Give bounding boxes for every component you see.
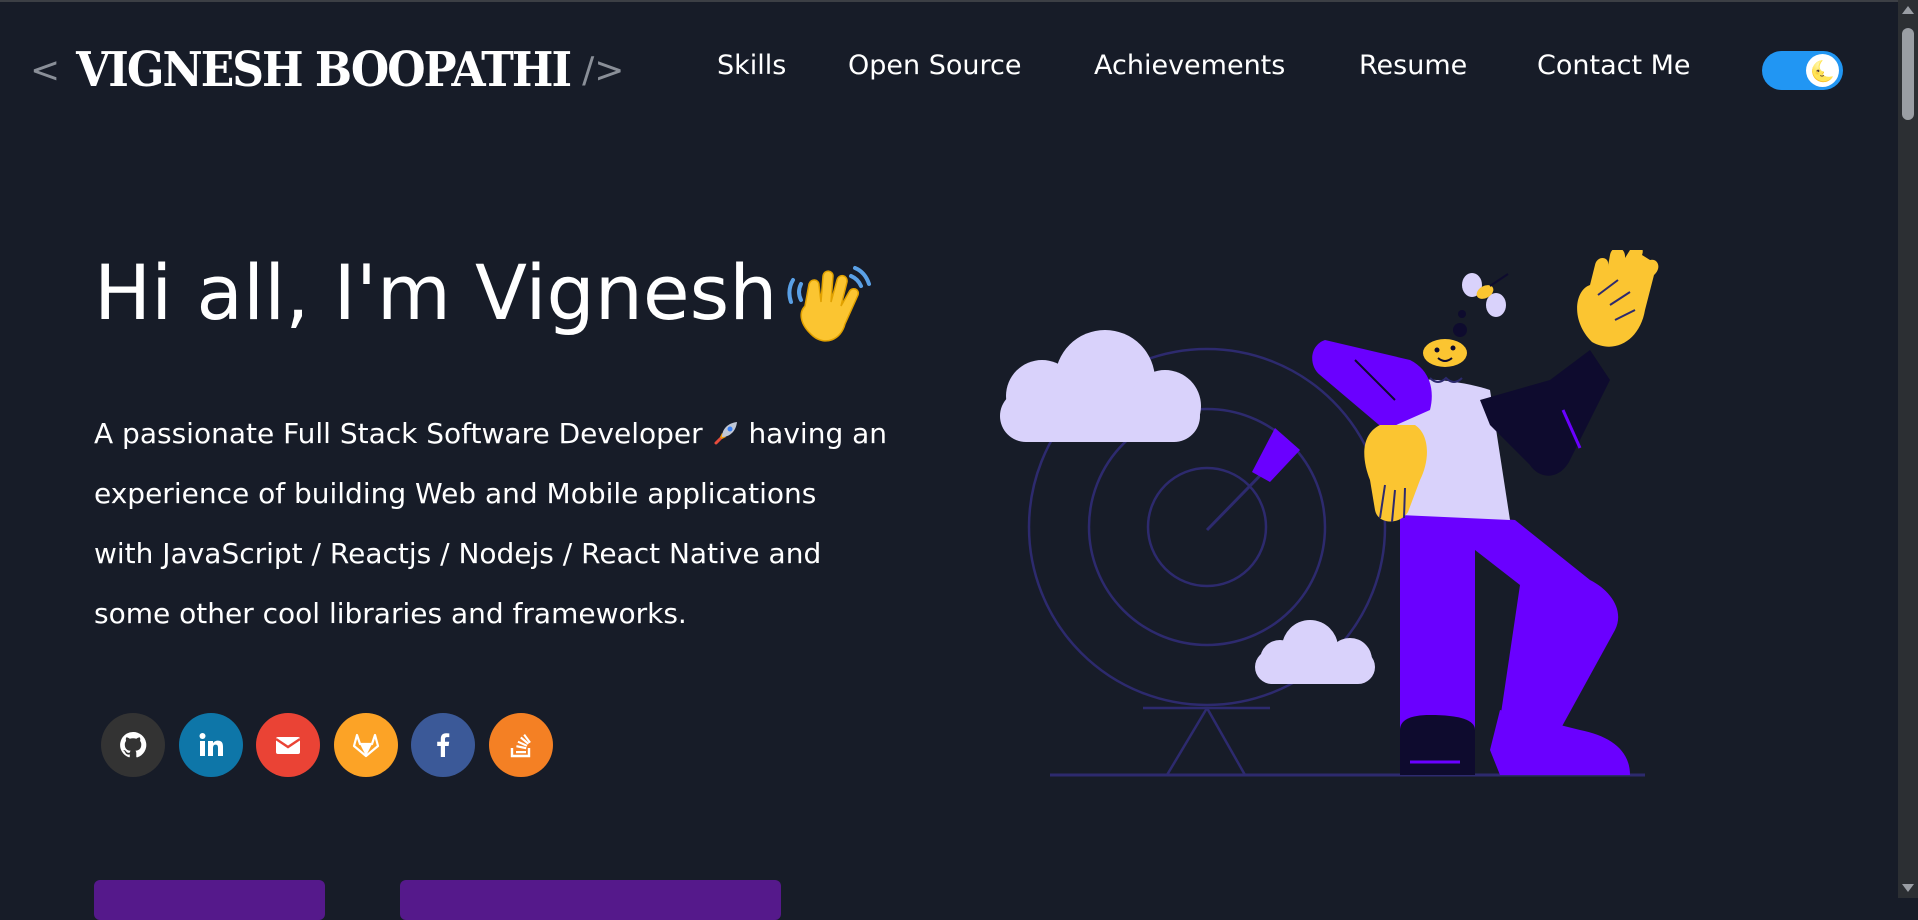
vertical-scrollbar[interactable]: [1898, 0, 1918, 898]
site-logo[interactable]: < VIGNESH BOOPATHI />: [30, 40, 624, 100]
description-line-1: A passionate Full Stack Software Develop…: [94, 417, 703, 450]
linkedin-icon[interactable]: [178, 713, 243, 777]
rocket-icon: [714, 422, 737, 445]
description-line-1b: having an: [748, 417, 888, 450]
hero-description: A passionate Full Stack Software Develop…: [94, 404, 954, 644]
scrollbar-thumb[interactable]: [1902, 28, 1914, 120]
developer-illustration: [1000, 250, 1659, 777]
nav-resume[interactable]: Resume: [1359, 50, 1467, 81]
logo-close-bracket: />: [582, 49, 625, 91]
nav-skills[interactable]: Skills: [717, 50, 786, 81]
facebook-icon[interactable]: [411, 713, 475, 777]
waving-hand-icon: [787, 266, 871, 342]
email-icon[interactable]: [256, 713, 320, 777]
cloud-icon: [1255, 620, 1375, 684]
secondary-button[interactable]: [400, 880, 781, 920]
primary-button[interactable]: [94, 880, 325, 920]
nav-contact-me[interactable]: Contact Me: [1537, 50, 1691, 81]
social-links: [101, 713, 566, 777]
github-icon[interactable]: [101, 713, 165, 777]
window-top-border: [0, 0, 1918, 2]
nav-achievements[interactable]: Achievements: [1094, 50, 1285, 81]
raised-hand-icon: [1577, 250, 1659, 347]
nav-open-source[interactable]: Open Source: [848, 50, 1021, 81]
scroll-up-arrow-icon[interactable]: [1902, 6, 1914, 14]
scroll-down-arrow-icon[interactable]: [1902, 884, 1914, 892]
gitlab-icon[interactable]: [333, 713, 398, 777]
logo-name: VIGNESH BOOPATHI: [76, 42, 572, 98]
face-icon: [1423, 310, 1467, 383]
moon-icon: 🌜: [1806, 54, 1839, 87]
description-line-3: with JavaScript / Reactjs / Nodejs / Rea…: [94, 537, 822, 570]
description-line-4: some other cool libraries and frameworks…: [94, 597, 687, 630]
greeting-heading: Hi all, I'm Vignesh: [94, 248, 778, 337]
cloud-icon: [1000, 330, 1201, 442]
stackoverflow-icon[interactable]: [488, 713, 553, 777]
theme-toggle[interactable]: 🌜: [1762, 51, 1843, 90]
bee-icon: [1462, 273, 1509, 317]
logo-open-bracket: <: [30, 49, 61, 91]
description-line-2: experience of building Web and Mobile ap…: [94, 477, 817, 510]
dart-icon: [1205, 428, 1300, 532]
